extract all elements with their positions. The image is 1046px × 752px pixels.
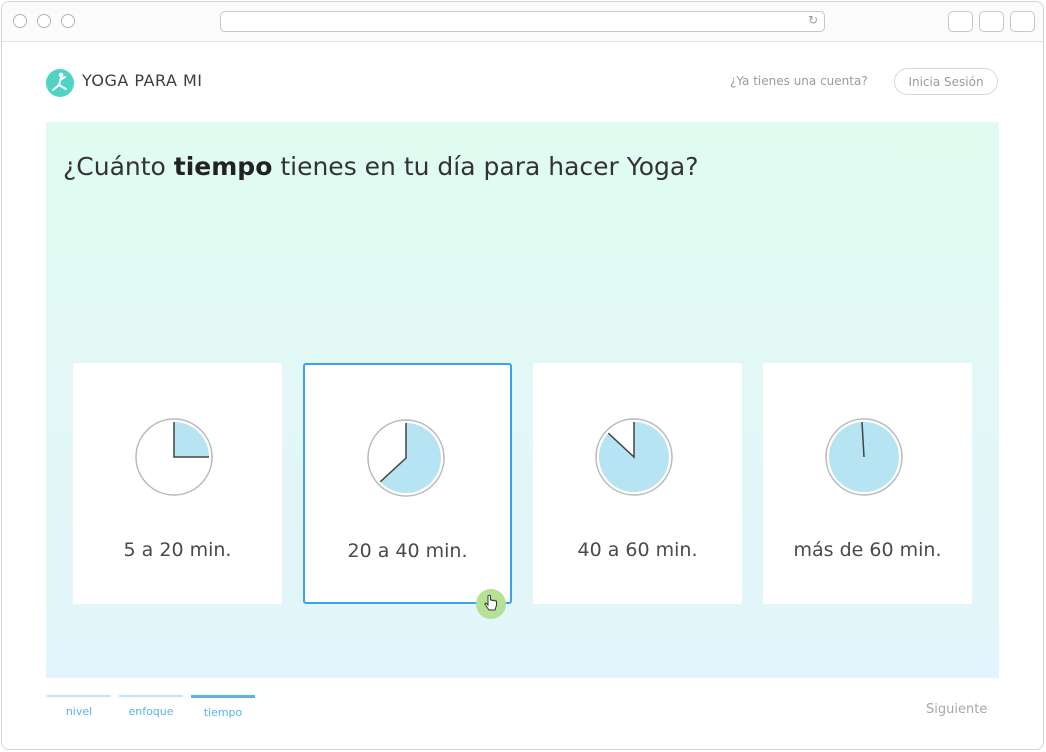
step-bar — [119, 695, 183, 697]
toolbar-button-3[interactable] — [1010, 11, 1035, 32]
clock-full-icon — [825, 418, 903, 496]
pointer-cursor-icon — [476, 589, 506, 619]
close-window-icon[interactable] — [13, 14, 27, 28]
option-label: 20 a 40 min. — [347, 540, 468, 562]
browser-titlebar: ↻ — [2, 2, 1043, 42]
brand-name[interactable]: YOGA PARA MI — [82, 71, 203, 90]
option-card-5-20[interactable]: 5 a 20 min. — [73, 363, 282, 604]
step-enfoque[interactable]: enfoque — [119, 695, 183, 718]
toolbar-button-1[interactable] — [948, 11, 973, 32]
step-bar — [47, 695, 111, 697]
reload-icon[interactable]: ↻ — [808, 13, 818, 27]
step-label: tiempo — [203, 706, 243, 719]
question-suffix: tienes en tu día para hacer Yoga? — [272, 152, 699, 181]
step-nivel[interactable]: nivel — [47, 695, 111, 718]
option-card-more-60[interactable]: más de 60 min. — [763, 363, 972, 604]
yoga-logo-icon[interactable] — [45, 68, 75, 98]
question-prefix: ¿Cuánto — [63, 152, 174, 181]
option-label: 5 a 20 min. — [123, 539, 232, 561]
next-button[interactable]: Siguiente — [926, 702, 987, 717]
maximize-window-icon[interactable] — [61, 14, 75, 28]
clock-twothirds-icon — [367, 419, 445, 497]
question-panel: ¿Cuánto tiempo tienes en tu día para hac… — [46, 122, 999, 678]
login-button[interactable]: Inicia Sesión — [894, 68, 998, 95]
step-label: nivel — [65, 705, 93, 718]
clock-mostly-full-icon — [595, 418, 673, 496]
option-card-40-60[interactable]: 40 a 60 min. — [533, 363, 742, 604]
clock-quarter-icon — [135, 418, 213, 496]
step-label: enfoque — [128, 705, 174, 718]
step-bar — [191, 695, 255, 698]
toolbar-button-2[interactable] — [979, 11, 1004, 32]
address-bar[interactable]: ↻ — [220, 11, 825, 32]
step-tiempo[interactable]: tiempo — [191, 695, 255, 719]
option-label: 40 a 60 min. — [577, 539, 698, 561]
have-account-text: ¿Ya tienes una cuenta? — [730, 74, 868, 88]
option-label: más de 60 min. — [793, 539, 942, 561]
minimize-window-icon[interactable] — [37, 14, 51, 28]
option-card-20-40[interactable]: 20 a 40 min. — [303, 363, 512, 604]
question-title: ¿Cuánto tiempo tienes en tu día para hac… — [63, 152, 698, 181]
question-emphasis: tiempo — [173, 152, 273, 181]
